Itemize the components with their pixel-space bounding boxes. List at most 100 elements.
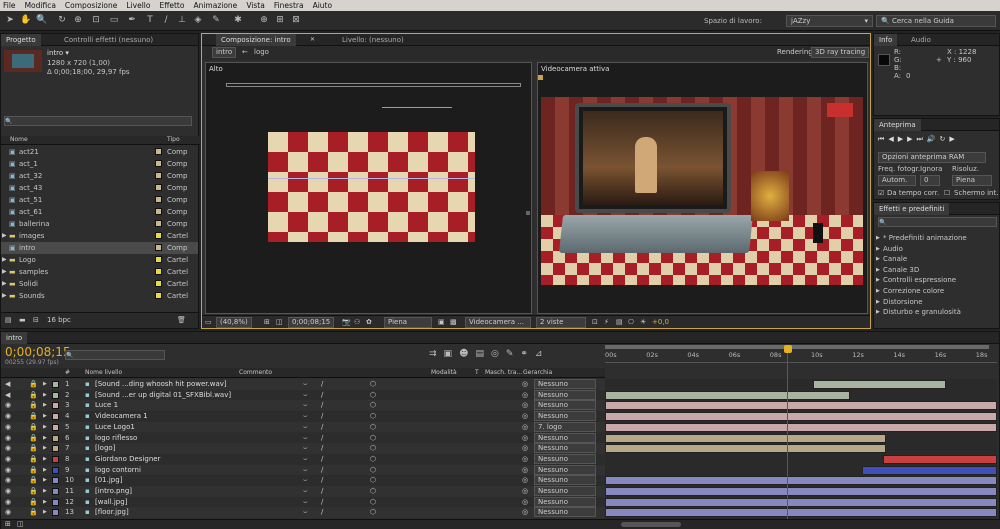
shy-switch-icon[interactable]: ⌣ (303, 433, 308, 444)
project-search-input[interactable]: 🔍 (4, 116, 192, 126)
pixel-aspect-icon[interactable]: ⊡ (592, 318, 598, 326)
expand-triangle-icon[interactable]: ▶ (43, 390, 47, 401)
label-color-swatch[interactable] (52, 455, 59, 463)
tab-audio[interactable]: Audio (906, 34, 936, 46)
lock-icon[interactable]: 🔒 (29, 507, 38, 518)
brush-tool-icon[interactable]: ∕ (160, 14, 172, 27)
visibility-eye-icon[interactable]: ◉ (5, 475, 11, 486)
3d-layer-switch-icon[interactable]: ⬡ (370, 390, 376, 401)
column-mode-header[interactable]: Modalità (431, 369, 457, 376)
shy-switch-icon[interactable]: ⌣ (303, 497, 308, 508)
column-parent-header[interactable]: Gerarchia (523, 369, 552, 376)
label-color-swatch[interactable] (155, 292, 162, 299)
selection-tool-icon[interactable]: ➤ (4, 14, 16, 27)
current-time-indicator-head[interactable] (784, 345, 792, 353)
tab-info[interactable]: Info (874, 34, 898, 46)
shy-switch-icon[interactable]: ⌣ (303, 486, 308, 497)
parent-pickwhip-icon[interactable]: ◎ (522, 454, 528, 465)
label-color-swatch[interactable] (155, 280, 162, 287)
ram-preview-icon[interactable]: ▶ (949, 135, 958, 143)
color-depth-label[interactable]: 16 bpc (47, 316, 71, 324)
close-icon[interactable]: ✕ (310, 36, 315, 43)
selected-item-name[interactable]: intro ▾ (47, 49, 69, 57)
layer-name[interactable]: logo contorni (95, 465, 141, 476)
timeline-search-input[interactable]: 🔍 (65, 350, 165, 360)
label-color-swatch[interactable] (52, 498, 59, 506)
parent-select[interactable]: Nessuno (534, 443, 596, 454)
layer-row[interactable]: ◉ 🔒 ▶ 6 ▪ logo riflesso ⌣ ∕ ⬡ ◎ Nessuno (1, 432, 605, 444)
effects-category[interactable]: ▶ Canale 3D (874, 265, 999, 276)
expand-triangle-icon[interactable]: ▶ (43, 465, 47, 476)
3d-layer-switch-icon[interactable]: ⬡ (370, 475, 376, 486)
layer-name[interactable]: Luce Logo1 (95, 422, 135, 433)
3d-layer-switch-icon[interactable]: ⬡ (370, 400, 376, 411)
menu-aiuto[interactable]: Aiuto (313, 1, 333, 10)
toggle-modes-icon[interactable]: ◫ (17, 520, 24, 528)
layer-duration-bar[interactable] (605, 412, 997, 422)
parent-pickwhip-icon[interactable]: ◎ (522, 433, 528, 444)
new-comp-icon[interactable]: ⊟ (33, 316, 39, 324)
visibility-eye-icon[interactable]: ◉ (5, 422, 11, 433)
quality-switch-icon[interactable]: ∕ (321, 486, 323, 497)
shy-switch-icon[interactable]: ⌣ (303, 475, 308, 486)
visibility-eye-icon[interactable]: ◉ (5, 400, 11, 411)
3d-layer-switch-icon[interactable]: ⬡ (370, 433, 376, 444)
label-color-swatch[interactable] (52, 488, 59, 495)
lock-icon[interactable]: 🔒 (29, 454, 38, 465)
3d-layer-switch-icon[interactable]: ⬡ (370, 454, 376, 465)
layer-row[interactable]: ◉ 🔒 ▶ 13 ▪ [floor.jpg] ⌣ ∕ ⬡ ◎ Nessuno (1, 507, 605, 519)
parent-pickwhip-icon[interactable]: ◎ (522, 486, 528, 497)
shy-switch-icon[interactable]: ⌣ (303, 390, 308, 401)
layer-duration-bar[interactable] (605, 487, 997, 496)
parent-select[interactable]: 7. logo (534, 421, 596, 432)
rotate-tool-icon[interactable]: ↻ (56, 14, 68, 27)
3d-layer-switch-icon[interactable]: ⬡ (370, 422, 376, 433)
project-item[interactable]: ▣ act21 Comp (1, 146, 198, 158)
project-item[interactable]: ▣ act_32 Comp (1, 170, 198, 182)
layer-duration-bar[interactable] (605, 422, 997, 432)
column-comment-header[interactable]: Commento (239, 369, 272, 376)
label-color-swatch[interactable] (155, 232, 162, 239)
label-color-swatch[interactable] (155, 148, 162, 155)
clone-stamp-tool-icon[interactable]: ⊥ (176, 14, 188, 27)
graph-editor-icon[interactable]: ⊿ (535, 349, 550, 359)
lock-icon[interactable]: 🔒 (29, 497, 38, 508)
lock-icon[interactable]: 🔒 (29, 400, 38, 411)
visibility-eye-icon[interactable]: ◉ (5, 497, 11, 508)
parent-select[interactable]: Nessuno (534, 475, 596, 486)
column-type-header[interactable]: Tipo (167, 136, 180, 143)
tab-project[interactable]: Progetto (1, 34, 41, 46)
tab-effects-presets[interactable]: Effetti e predefiniti (874, 203, 950, 215)
auto-keyframe-icon[interactable]: ⚭ (520, 349, 535, 359)
quality-switch-icon[interactable]: ∕ (321, 497, 323, 508)
eraser-tool-icon[interactable]: ◈ (192, 14, 204, 27)
label-color-swatch[interactable] (155, 208, 162, 215)
audio-toggle-icon[interactable]: ◀ (5, 379, 10, 390)
shy-switch-icon[interactable]: ⌣ (303, 454, 308, 465)
shy-switch-icon[interactable]: ⌣ (303, 443, 308, 454)
label-color-swatch[interactable] (52, 402, 59, 410)
project-item[interactable]: ▶ ▬ Solidi Cartel (1, 278, 198, 290)
tab-composition[interactable]: Composizione: intro (216, 34, 296, 46)
lock-icon[interactable]: 🔒 (29, 422, 38, 433)
visibility-eye-icon[interactable]: ◉ (5, 411, 11, 422)
menu-file[interactable]: File (3, 1, 16, 10)
expand-triangle-icon[interactable]: ▶ (43, 411, 47, 422)
3d-layer-switch-icon[interactable]: ⬡ (370, 443, 376, 454)
view-axis-icon[interactable]: ⊠ (290, 14, 302, 27)
axis-mode-icon[interactable]: ⊕ (258, 14, 270, 27)
parent-select[interactable]: Nessuno (534, 411, 596, 422)
quality-switch-icon[interactable]: ∕ (321, 454, 323, 465)
parent-pickwhip-icon[interactable]: ◎ (522, 422, 528, 433)
interpret-footage-icon[interactable]: ▤ (5, 316, 12, 324)
menu-composizione[interactable]: Composizione (65, 1, 117, 10)
viewer-top[interactable]: Alto (205, 62, 532, 314)
tab-preview[interactable]: Anteprima (874, 119, 921, 131)
quality-switch-icon[interactable]: ∕ (321, 475, 323, 486)
column-layer-name-header[interactable]: Nome livello (85, 369, 122, 376)
parent-select[interactable]: Nessuno (534, 496, 596, 507)
fast-preview-icon[interactable]: ⚡ (604, 318, 609, 326)
project-item[interactable]: ▣ act_1 Comp (1, 158, 198, 170)
effects-category[interactable]: ▶ Correzione colore (874, 286, 999, 297)
column-number-header[interactable]: # (65, 369, 70, 376)
